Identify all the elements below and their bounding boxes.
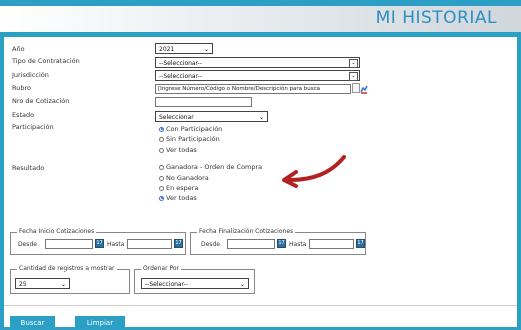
rubro-search-icons[interactable]	[352, 83, 368, 94]
cantidad-select[interactable]: 25 ⌄	[15, 278, 70, 289]
radio-dot	[159, 164, 164, 170]
calendar-icon[interactable]: 17	[356, 239, 365, 248]
radio-label: Ver todas	[166, 146, 197, 154]
chevron-down-icon: ⌄	[239, 281, 245, 288]
fecha-inicio-hasta-label: Hasta	[107, 241, 125, 248]
label-estado: Estado	[12, 111, 35, 119]
pencil-icon	[360, 85, 368, 93]
radio-dot-checked	[159, 195, 164, 201]
estado-select[interactable]: Seleccionar ⌄	[155, 111, 268, 122]
radio-ganadora[interactable]: Ganadora - Orden de Compra	[159, 163, 262, 171]
nro-cotizacion-input[interactable]	[155, 97, 252, 107]
label-rubro: Rubro	[12, 84, 31, 92]
fecha-inicio-desde-input[interactable]	[45, 239, 93, 249]
tipo-contratacion-value: --Seleccionar--	[159, 60, 203, 67]
label-resultado: Resultado	[12, 164, 45, 172]
calendar-icon[interactable]: 17	[277, 239, 286, 248]
fecha-fin-fieldset: Fecha Finalización Cotizaciones Desde 17…	[190, 228, 366, 255]
ordenar-value: --Seleccionar--	[145, 281, 189, 288]
radio-participacion-ver-todas[interactable]: Ver todas	[159, 146, 197, 154]
radio-label: No Ganadora	[166, 174, 209, 182]
fecha-fin-desde-input[interactable]	[227, 239, 275, 249]
page-frame: MI HISTORIAL Año Tipo de Contratación Ju…	[0, 0, 521, 330]
limpiar-button[interactable]: Limpiar	[75, 316, 125, 330]
radio-label: Con Participación	[166, 125, 223, 133]
radio-dot	[159, 175, 164, 181]
rubro-input[interactable]: [Ingrese Número/Código o Nombre/Descripc…	[155, 84, 351, 94]
ordenar-legend: Ordenar Por	[141, 265, 181, 272]
label-anio: Año	[12, 45, 25, 53]
radio-label: Ganadora - Orden de Compra	[166, 163, 263, 171]
cantidad-value: 25	[19, 281, 27, 288]
fecha-fin-desde-label: Desde	[201, 241, 220, 248]
jurisdiccion-value: --Seleccionar--	[159, 73, 203, 80]
document-icon	[352, 83, 360, 93]
radio-resultado-ver-todas[interactable]: Ver todas	[159, 194, 197, 202]
calendar-icon[interactable]: 17	[95, 239, 104, 248]
fecha-fin-hasta-input[interactable]	[309, 239, 354, 249]
fecha-fin-legend: Fecha Finalización Cotizaciones	[197, 228, 296, 235]
radio-en-espera[interactable]: En espera	[159, 184, 198, 192]
search-form: Año Tipo de Contratación Jurisdicción Ru…	[4, 37, 517, 327]
radio-dot	[159, 185, 164, 191]
radio-label: Sin Participación	[166, 135, 220, 143]
fecha-inicio-legend: Fecha Inicio Cotizaciones	[17, 228, 97, 235]
radio-dot	[159, 136, 164, 142]
radio-no-ganadora[interactable]: No Ganadora	[159, 174, 209, 182]
rubro-placeholder: [Ingrese Número/Código o Nombre/Descripc…	[158, 86, 321, 92]
cantidad-legend: Cantidad de registros a mostrar	[17, 265, 117, 272]
fecha-inicio-fieldset: Fecha Inicio Cotizaciones Desde 17 Hasta…	[10, 228, 186, 255]
ordenar-fieldset: Ordenar Por --Seleccionar-- ⌄	[134, 265, 255, 294]
label-jurisdiccion: Jurisdicción	[12, 71, 49, 79]
calendar-icon[interactable]: 17	[174, 239, 183, 248]
divider	[4, 305, 517, 306]
anio-value: 2021	[159, 46, 175, 53]
fecha-fin-hasta-label: Hasta	[289, 241, 307, 248]
radio-con-participacion[interactable]: Con Participación	[159, 125, 222, 133]
header-bar: MI HISTORIAL	[0, 6, 521, 32]
cantidad-fieldset: Cantidad de registros a mostrar 25 ⌄	[10, 265, 130, 294]
chevron-down-icon: ⌄	[258, 114, 264, 121]
buscar-button[interactable]: Buscar	[10, 316, 55, 330]
label-tipo-contratacion: Tipo de Contratación	[12, 57, 80, 65]
fecha-inicio-desde-label: Desde	[18, 241, 37, 248]
ordenar-select[interactable]: --Seleccionar-- ⌄	[141, 278, 249, 289]
chevron-down-icon: ⌄	[349, 59, 358, 68]
estado-value: Seleccionar	[159, 114, 194, 121]
radio-sin-participacion[interactable]: Sin Participación	[159, 135, 220, 143]
chevron-down-icon: ⌄	[203, 46, 209, 53]
chevron-down-icon: ⌄	[349, 72, 358, 81]
anio-select[interactable]: 2021 ⌄	[155, 43, 213, 54]
page-title: MI HISTORIAL	[375, 8, 497, 28]
red-curved-arrow-icon	[282, 155, 346, 188]
radio-label: En espera	[166, 184, 199, 192]
fecha-inicio-hasta-input[interactable]	[127, 239, 172, 249]
chevron-down-icon: ⌄	[60, 281, 66, 288]
radio-dot	[159, 147, 164, 153]
label-nro-cotizacion: Nro de Cotización	[12, 97, 70, 105]
label-participacion: Participación	[12, 123, 54, 131]
jurisdiccion-select[interactable]: --Seleccionar-- ⌄	[155, 70, 360, 81]
tipo-contratacion-select[interactable]: --Seleccionar-- ⌄	[155, 57, 360, 68]
radio-dot-checked	[159, 126, 164, 132]
radio-label: Ver todas	[166, 194, 197, 202]
